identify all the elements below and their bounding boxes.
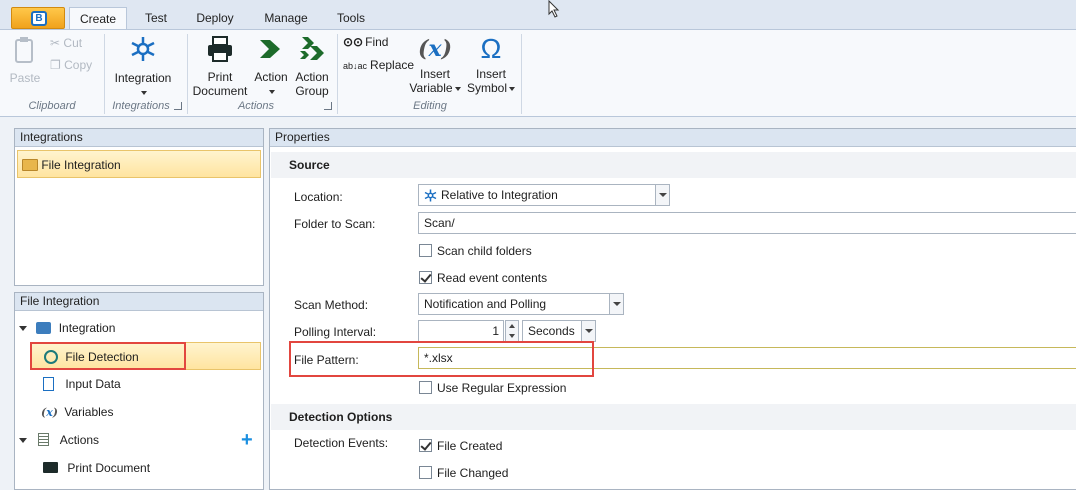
actions-list-icon <box>38 433 50 446</box>
scan-child-folders-checkbox[interactable]: Scan child folders <box>419 243 532 259</box>
chevron-down-icon <box>454 86 461 91</box>
copy-button[interactable]: ❐ Copy <box>50 58 92 72</box>
replace-button[interactable]: ab↓ac Replace <box>343 58 414 73</box>
paste-icon <box>15 37 33 63</box>
polling-interval-input[interactable]: 1 <box>418 320 504 342</box>
group-separator <box>187 34 188 114</box>
dialog-launcher-icon[interactable] <box>174 102 182 110</box>
integrations-group-label: Integrations <box>112 100 170 112</box>
group-separator <box>521 34 522 114</box>
integration-hub-icon <box>131 37 155 61</box>
use-regular-expression-checkbox[interactable]: Use Regular Expression <box>419 380 566 396</box>
integrations-panel: Integrations File Integration <box>14 128 264 286</box>
variable-icon: (x) <box>41 406 58 419</box>
detection-events-label: Detection Events: <box>294 436 389 450</box>
detection-options-heading: Detection Options <box>271 404 1076 430</box>
tab-test[interactable]: Test <box>136 7 176 30</box>
tree-node-input-data[interactable]: Input Data <box>43 370 253 398</box>
integration-tree-panel: File Integration Integration File Detect… <box>14 292 264 490</box>
insert-symbol-button[interactable]: Ω Insert Symbol <box>466 34 516 95</box>
chevron-down-icon <box>609 294 623 314</box>
polling-interval-label: Polling Interval: <box>294 325 377 339</box>
ribbon-tab-bar: B Create Test Deploy Manage Tools <box>0 0 1076 30</box>
application-menu-button[interactable]: B <box>11 7 65 29</box>
mouse-pointer-icon <box>548 0 560 18</box>
tab-tools[interactable]: Tools <box>331 7 371 30</box>
chevron-down-icon <box>509 86 515 91</box>
tab-manage[interactable]: Manage <box>257 7 315 30</box>
editing-group-label: Editing <box>413 100 447 112</box>
source-section-heading: Source <box>271 152 1076 178</box>
clipboard-group-label: Clipboard <box>28 100 76 112</box>
print-document-button[interactable]: Print Document <box>190 34 250 98</box>
actions-group-label: Actions <box>237 100 275 112</box>
polling-unit-dropdown[interactable]: Seconds <box>522 320 596 342</box>
integration-db-icon <box>36 322 52 334</box>
tree-node-actions[interactable]: Actions <box>19 426 259 454</box>
tab-create[interactable]: Create <box>69 7 127 30</box>
file-pattern-highlight <box>289 341 594 377</box>
tree-node-integration[interactable]: Integration <box>19 314 259 342</box>
checkbox-icon <box>419 244 432 257</box>
scan-method-dropdown[interactable]: Notification and Polling <box>418 293 624 315</box>
chevron-down-icon <box>141 90 147 95</box>
action-arrow-icon <box>260 40 280 58</box>
chevron-down-icon <box>581 321 595 341</box>
omega-icon: Ω <box>480 33 502 64</box>
chevron-down-icon <box>269 89 275 94</box>
properties-panel: Properties Source Location: Relative to … <box>269 128 1076 490</box>
action-group-icon <box>300 37 324 60</box>
group-separator <box>104 34 105 114</box>
location-label: Location: <box>294 190 343 204</box>
expand-arrow-icon <box>19 326 27 332</box>
polling-interval-stepper[interactable] <box>505 320 519 342</box>
action-button[interactable]: Action <box>252 34 290 98</box>
tab-deploy[interactable]: Deploy <box>188 7 242 30</box>
file-detection-highlight <box>30 342 186 370</box>
integration-button[interactable]: Integration <box>110 34 176 99</box>
insert-variable-button[interactable]: (x) Insert Variable <box>408 34 462 95</box>
checkbox-checked-icon <box>419 271 432 284</box>
scissors-icon: ✂ <box>50 36 61 50</box>
paste-button[interactable]: Paste <box>8 36 42 85</box>
binoculars-icon: ⊙⊙ <box>343 35 364 49</box>
folder-to-scan-input[interactable]: Scan/ <box>418 212 1076 234</box>
copy-icon: ❐ <box>50 58 61 72</box>
integration-list-item[interactable]: File Integration <box>17 150 261 178</box>
checkbox-icon <box>419 381 432 394</box>
integration-hub-icon <box>424 189 437 202</box>
chevron-down-icon <box>655 185 669 205</box>
find-button[interactable]: ⊙⊙ Find <box>343 35 388 49</box>
tree-node-print-document[interactable]: Print Document <box>43 454 253 482</box>
app-logo-icon: B <box>31 11 47 26</box>
expand-arrow-icon <box>19 438 27 444</box>
integrations-panel-title: Integrations <box>15 129 263 147</box>
group-separator <box>337 34 338 114</box>
checkbox-icon <box>419 466 432 479</box>
folder-open-icon <box>22 159 38 171</box>
dialog-launcher-icon[interactable] <box>324 102 332 110</box>
action-group-button[interactable]: Action Group <box>292 34 332 98</box>
location-dropdown[interactable]: Relative to Integration <box>418 184 670 206</box>
input-data-icon <box>43 377 54 391</box>
tree-node-variables[interactable]: (x) Variables <box>41 398 251 426</box>
folder-to-scan-label: Folder to Scan: <box>294 217 376 231</box>
replace-icon: ab↓ac <box>343 61 368 71</box>
ribbon: Paste ✂ Cut ❐ Copy Clipboard Integration… <box>0 29 1076 117</box>
printer-icon <box>208 36 232 62</box>
file-created-checkbox[interactable]: File Created <box>419 438 502 454</box>
scan-method-label: Scan Method: <box>294 298 369 312</box>
add-action-icon[interactable]: + <box>241 430 253 450</box>
printer-icon <box>43 462 58 473</box>
read-event-contents-checkbox[interactable]: Read event contents <box>419 270 547 286</box>
tree-panel-title: File Integration <box>15 293 263 311</box>
file-changed-checkbox[interactable]: File Changed <box>419 465 508 481</box>
variable-icon: (x) <box>418 36 452 62</box>
checkbox-checked-icon <box>419 439 432 452</box>
cut-button[interactable]: ✂ Cut <box>50 36 82 50</box>
properties-panel-title: Properties <box>270 129 1076 147</box>
